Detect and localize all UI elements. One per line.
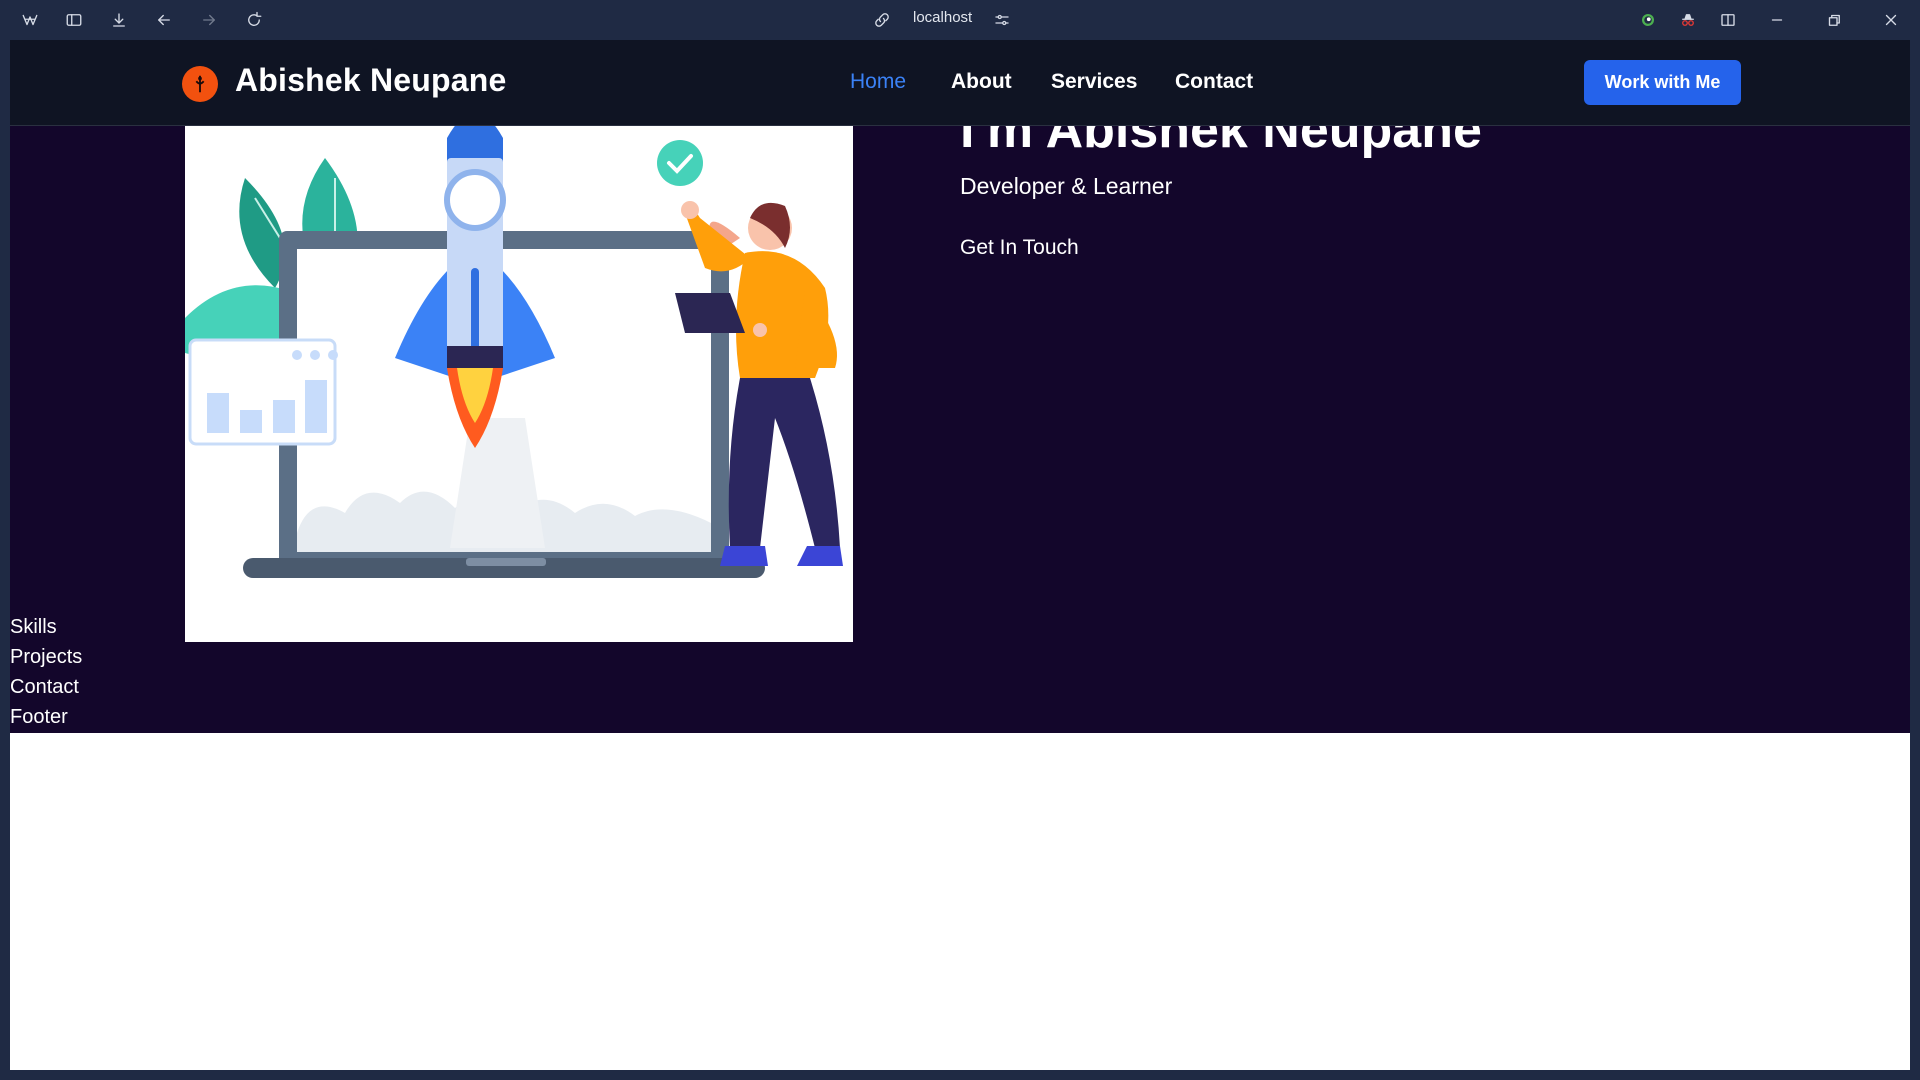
rocket-launch-illustration — [185, 118, 853, 642]
address-bar-url[interactable]: localhost — [913, 9, 972, 26]
brand-logo-icon[interactable] — [182, 66, 218, 102]
nav-services[interactable]: Services — [1051, 70, 1137, 94]
section-contact[interactable]: Contact — [10, 676, 79, 699]
reload-icon[interactable] — [242, 8, 266, 32]
split-view-icon[interactable] — [1716, 8, 1740, 32]
brand-name[interactable]: Abishek Neupane — [235, 62, 507, 99]
hero-section: I'm Abishek Neupane Developer & Learner … — [10, 40, 1910, 733]
site-settings-icon[interactable] — [990, 8, 1014, 32]
nav-about[interactable]: About — [951, 70, 1012, 94]
nav-home[interactable]: Home — [850, 70, 906, 94]
work-with-me-button[interactable]: Work with Me — [1584, 60, 1741, 105]
site-navbar: Abishek Neupane Home About Services Cont… — [10, 40, 1910, 126]
restore-icon[interactable] — [1822, 8, 1846, 32]
link-icon — [870, 8, 894, 32]
back-icon[interactable] — [152, 8, 176, 32]
get-in-touch-button[interactable]: Get In Touch — [960, 236, 1079, 260]
app-logo-icon[interactable] — [18, 8, 42, 32]
download-icon[interactable] — [107, 8, 131, 32]
hero-subtitle: Developer & Learner — [960, 173, 1173, 199]
section-skills[interactable]: Skills — [10, 616, 57, 639]
forward-icon[interactable] — [197, 8, 221, 32]
sidebar-toggle-icon[interactable] — [62, 8, 86, 32]
nav-contact[interactable]: Contact — [1175, 70, 1253, 94]
page-viewport: I'm Abishek Neupane Developer & Learner … — [10, 40, 1910, 1070]
section-projects[interactable]: Projects — [10, 646, 82, 669]
minimize-icon[interactable] — [1765, 8, 1789, 32]
extension-icon[interactable] — [1636, 8, 1660, 32]
close-icon[interactable] — [1879, 8, 1903, 32]
browser-toolbar: localhost — [0, 0, 1920, 40]
incognito-icon[interactable] — [1676, 8, 1700, 32]
section-footer[interactable]: Footer — [10, 706, 68, 729]
